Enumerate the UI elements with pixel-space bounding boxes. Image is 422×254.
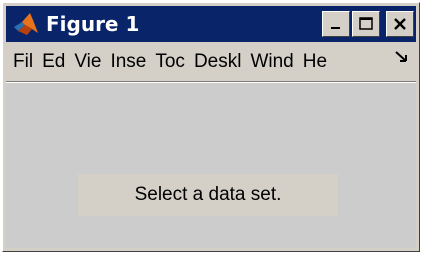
menu-insert[interactable]: Inse [110,51,146,73]
window-title: Figure 1 [46,12,140,36]
menu-tools[interactable]: Toc [155,51,185,73]
status-message-text: Select a data set. [134,184,282,205]
menu-divider [6,81,416,83]
menu-edit[interactable]: Ed [42,51,65,73]
menu-bar: Fil Ed Vie Inse Toc Deskl Wind He [6,45,416,79]
title-bar[interactable]: Figure 1 [6,6,416,42]
menu-view[interactable]: Vie [74,51,101,73]
status-message: Select a data set. [78,174,338,216]
menu-help[interactable]: He [303,51,327,73]
menu-file[interactable]: Fil [13,51,33,73]
matlab-logo-icon[interactable] [12,10,40,38]
menu-window[interactable]: Wind [250,51,293,73]
minimize-button[interactable] [322,11,350,37]
window-controls [322,11,414,37]
minimize-icon [331,27,340,29]
chevron-double-right-icon[interactable] [394,49,410,70]
close-button[interactable] [386,11,414,37]
close-icon [394,18,406,30]
maximize-button[interactable] [352,11,380,37]
menu-desktop[interactable]: Deskl [194,51,242,73]
maximize-icon [359,17,373,30]
figure-canvas: Select a data set. [6,84,416,248]
figure-window: Figure 1 Fil Ed Vie Inse Toc Deskl Wind … [2,2,420,252]
